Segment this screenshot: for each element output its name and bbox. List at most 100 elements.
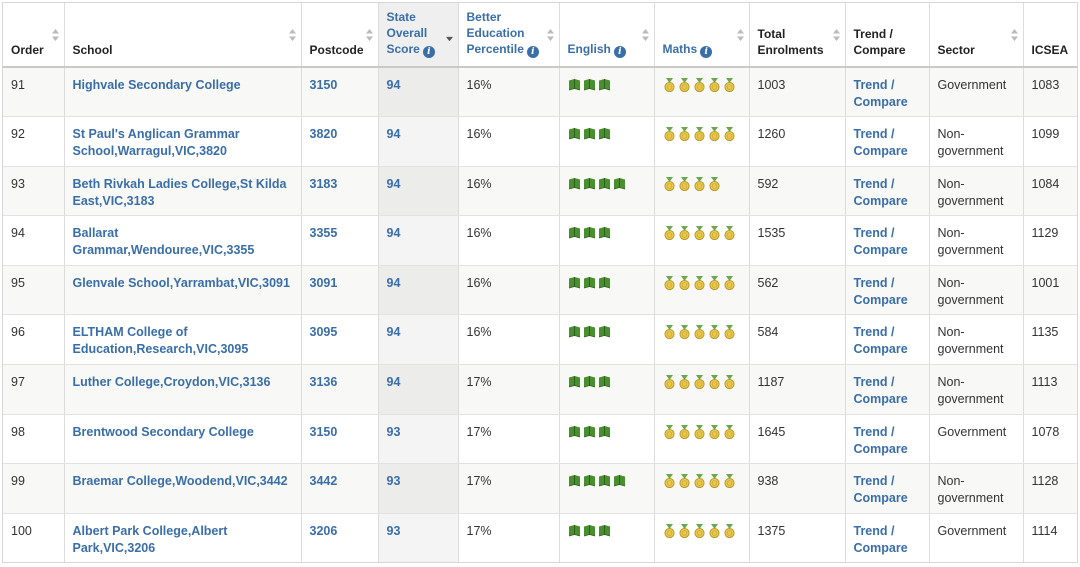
trend-compare-link[interactable]: Trend / Compare	[854, 226, 908, 257]
cell-percentile: 17%	[458, 463, 560, 514]
table-row: 98 Brentwood Secondary College 3150 93 1…	[3, 414, 1077, 465]
sort-arrows-icon[interactable]	[365, 29, 373, 41]
school-link[interactable]: St Paul's Anglican Grammar School,Warrag…	[73, 127, 240, 158]
icsea-value: 1078	[1031, 424, 1060, 439]
total-enrolments-value: 1260	[757, 127, 786, 142]
trend-compare-link[interactable]: Trend / Compare	[854, 524, 908, 555]
score-link[interactable]: 94	[387, 127, 401, 141]
postcode-link[interactable]: 3091	[310, 276, 338, 290]
header-english-label: English	[567, 42, 611, 56]
cell-school: St Paul's Anglican Grammar School,Warrag…	[64, 116, 302, 167]
order-value: 95	[11, 275, 25, 290]
postcode-link[interactable]: 3136	[310, 375, 338, 389]
school-link[interactable]: Braemar College,Woodend,VIC,3442	[73, 474, 288, 488]
trend-compare-link[interactable]: Trend / Compare	[854, 276, 908, 307]
score-link[interactable]: 93	[387, 425, 401, 439]
score-link[interactable]: 94	[387, 325, 401, 339]
medal-icon	[723, 424, 735, 439]
cell-sector: Non-government	[929, 166, 1024, 217]
postcode-link[interactable]: 3355	[310, 226, 338, 240]
book-icon	[583, 376, 595, 388]
school-link[interactable]: Glenvale School,Yarrambat,VIC,3091	[73, 276, 290, 290]
score-link[interactable]: 94	[387, 177, 401, 191]
trend-compare-link[interactable]: Trend / Compare	[854, 325, 908, 356]
header-school[interactable]: School	[64, 3, 302, 68]
header-state-overall-score[interactable]: State Overall Score i	[378, 3, 459, 68]
cell-percentile: 17%	[458, 513, 560, 562]
school-link[interactable]: ELTHAM College of Education,Research,VIC…	[73, 325, 249, 356]
school-link[interactable]: Albert Park College,Albert Park,VIC,3206	[73, 524, 228, 555]
trend-compare-link[interactable]: Trend / Compare	[854, 78, 908, 109]
total-enrolments-value: 1535	[757, 226, 786, 241]
header-order[interactable]: Order	[3, 3, 65, 68]
cell-order: 98	[3, 414, 65, 465]
cell-maths	[654, 215, 750, 266]
postcode-link[interactable]: 3150	[310, 425, 338, 439]
english-rating	[568, 473, 646, 487]
order-value: 99	[11, 474, 25, 489]
trend-line1: Trend /	[853, 325, 895, 340]
sort-arrows-icon[interactable]	[736, 29, 744, 41]
english-rating	[568, 77, 646, 91]
score-link[interactable]: 94	[387, 276, 401, 290]
sector-value: Non-government	[937, 226, 1004, 258]
header-score-line3: Score	[386, 42, 420, 56]
header-total-enrolments[interactable]: Total Enrolments	[749, 3, 846, 68]
icsea-value: 1129	[1031, 226, 1059, 241]
sort-arrows-icon[interactable]	[832, 29, 840, 41]
book-icon	[583, 177, 595, 190]
sort-arrows-icon[interactable]	[641, 29, 649, 41]
order-value: 98	[11, 424, 25, 439]
school-link[interactable]: Highvale Secondary College	[73, 78, 241, 92]
sort-arrows-icon[interactable]	[288, 29, 296, 41]
header-trend-line2: Compare	[853, 43, 906, 57]
medal-icon	[693, 375, 705, 390]
trend-compare-link[interactable]: Trend / Compare	[854, 127, 908, 158]
school-link[interactable]: Brentwood Secondary College	[73, 425, 254, 439]
score-link[interactable]: 93	[387, 474, 401, 488]
trend-compare-link[interactable]: Trend / Compare	[854, 375, 908, 406]
trend-line1: Trend /	[853, 176, 895, 191]
score-link[interactable]: 94	[387, 226, 401, 240]
info-icon[interactable]: i	[422, 46, 435, 58]
sort-arrows-icon[interactable]	[1010, 29, 1018, 41]
sort-arrows-icon[interactable]	[51, 29, 59, 41]
score-link[interactable]: 94	[387, 375, 401, 389]
total-enrolments-value: 1645	[757, 424, 786, 439]
info-icon[interactable]: i	[526, 46, 539, 58]
score-link[interactable]: 94	[387, 78, 401, 92]
book-icon	[598, 376, 610, 388]
school-link[interactable]: Beth Rivkah Ladies College,St Kilda East…	[73, 177, 287, 208]
sort-arrows-icon[interactable]	[546, 29, 554, 41]
info-icon[interactable]: i	[700, 46, 713, 58]
table-body: 91 Highvale Secondary College 3150 94 16…	[3, 67, 1077, 562]
school-link[interactable]: Ballarat Grammar,Wendouree,VIC,3355	[73, 226, 255, 257]
info-icon[interactable]: i	[613, 46, 626, 58]
medal-icon	[708, 474, 720, 489]
postcode-link[interactable]: 3183	[310, 177, 338, 191]
trend-compare-link[interactable]: Trend / Compare	[854, 474, 908, 505]
school-link[interactable]: Luther College,Croydon,VIC,3136	[73, 375, 271, 389]
postcode-link[interactable]: 3150	[310, 78, 338, 92]
header-sector[interactable]: Sector	[929, 3, 1024, 68]
cell-maths	[654, 513, 750, 562]
header-postcode[interactable]: Postcode	[301, 3, 379, 68]
header-better-education-percentile[interactable]: Better Education Percentile i	[458, 3, 560, 68]
header-english[interactable]: English i	[559, 3, 655, 68]
cell-maths	[654, 265, 750, 316]
cell-order: 99	[3, 463, 65, 514]
postcode-link[interactable]: 3442	[310, 474, 338, 488]
header-maths[interactable]: Maths i	[654, 3, 750, 68]
trend-compare-link[interactable]: Trend / Compare	[854, 425, 908, 456]
header-icsea[interactable]: ICSEA	[1023, 3, 1077, 68]
postcode-link[interactable]: 3095	[310, 325, 338, 339]
cell-sector: Non-government	[929, 314, 1024, 366]
postcode-link[interactable]: 3206	[310, 524, 338, 538]
sector-value: Non-government	[937, 176, 1004, 208]
header-school-label: School	[72, 43, 113, 57]
cell-trend: Trend / Compare	[845, 116, 930, 167]
score-link[interactable]: 93	[387, 524, 401, 538]
trend-compare-link[interactable]: Trend / Compare	[854, 177, 908, 208]
postcode-link[interactable]: 3820	[310, 127, 338, 141]
sort-desc-icon[interactable]	[445, 33, 453, 45]
